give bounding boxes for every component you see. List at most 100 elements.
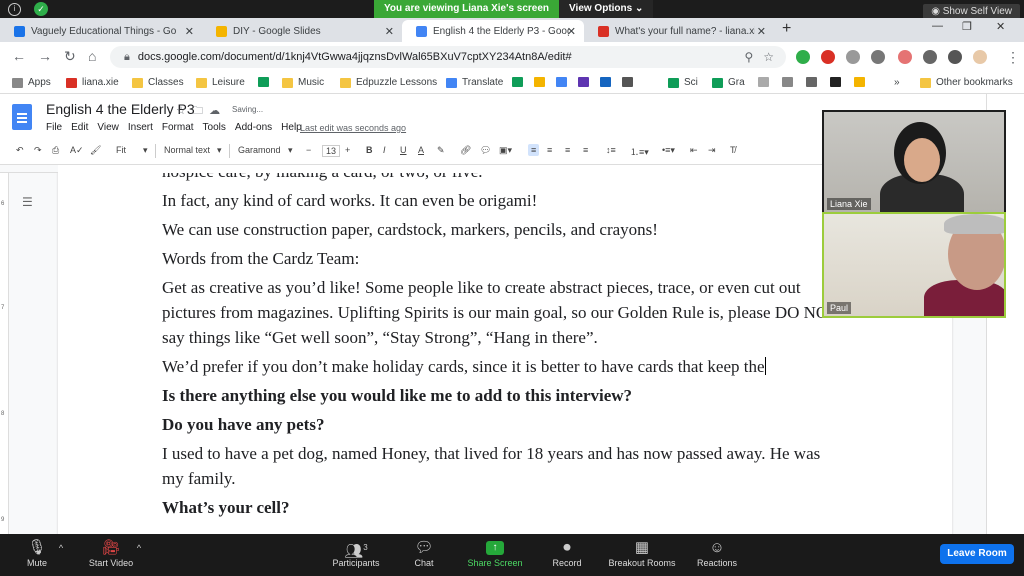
numbered-list-icon[interactable]: ⒈≡▾ [630,145,649,158]
video-options-chevron[interactable]: ^ [134,538,144,558]
comment-icon[interactable]: 💬︎ [480,145,491,156]
paragraph[interactable]: I used to have a pet dog, named Honey, t… [162,441,842,491]
extension-icon[interactable] [796,50,810,64]
document-title[interactable]: English 4 the Elderly P3 [46,101,195,117]
restore-icon[interactable]: ❐ [962,20,972,33]
text-color-icon[interactable]: A [418,145,424,155]
minimize-icon[interactable]: — [932,20,943,32]
start-video-button[interactable]: 🎥︎ Start Video [84,538,138,568]
zoom-select[interactable]: Fit [116,145,126,155]
font-size-input[interactable]: 13 [322,145,341,157]
bookmark-icons-row[interactable] [512,77,638,87]
reactions-button[interactable]: ☺︎ Reactions [694,538,740,568]
paragraph-text[interactable]: We’d prefer if you don’t make holiday ca… [162,357,765,376]
show-self-view-button[interactable]: ◉ Show Self View [923,4,1020,19]
justify-icon[interactable]: ≡ [583,145,588,155]
participants-button[interactable]: 👥︎3 Participants [328,538,384,568]
profile-avatar[interactable] [973,50,987,64]
browser-tab[interactable]: What's your full name? - liana.xi ✕ [584,20,774,42]
menu-tools[interactable]: Tools [203,122,226,133]
star-move-icons[interactable]: ☆ 🗀︎ ☁︎ [176,102,220,121]
bookmark-folder[interactable]: Leisure [196,77,245,88]
docs-logo-icon[interactable] [12,104,32,130]
link-icon[interactable]: 🔗︎ [460,145,471,156]
question-heading[interactable]: What’s your cell? [162,495,842,520]
menu-help[interactable]: Help [281,122,302,133]
close-icon[interactable]: ✕ [185,25,194,38]
home-icon[interactable]: ⌂ [88,48,96,64]
align-left-icon[interactable]: ≡ [528,144,540,156]
highlight-icon[interactable]: ✎ [437,145,445,156]
bookmark-item[interactable]: Translate [446,77,503,88]
bulleted-list-icon[interactable]: •≡▾ [662,145,675,156]
bookmark-folder[interactable]: Music [282,77,324,88]
leave-room-button[interactable]: Leave Room [940,544,1014,564]
info-icon[interactable]: i [8,3,21,16]
record-button[interactable]: ⏺︎ Record [548,538,586,568]
back-icon[interactable]: ← [12,48,26,64]
underline-icon[interactable]: U [400,145,407,155]
bookmark-folder[interactable]: Edpuzzle Lessons [340,77,437,88]
align-right-icon[interactable]: ≡ [565,145,570,155]
view-options-button[interactable]: View Options ⌄ [559,0,654,18]
increase-size-icon[interactable]: + [345,145,350,155]
style-select[interactable]: Normal text [164,145,210,155]
breakout-rooms-button[interactable]: ▦ Breakout Rooms [602,538,682,568]
menu-edit[interactable]: Edit [71,122,88,133]
extension-icon[interactable] [846,50,860,64]
browser-tab[interactable]: Vaguely Educational Things - Go ✕ [0,20,202,42]
browser-tab-active[interactable]: English 4 the Elderly P3 - Google ✕ [402,20,584,42]
share-screen-button[interactable]: ↑ Share Screen [464,538,526,568]
paragraph[interactable]: In fact, any kind of card works. It can … [162,188,842,213]
decrease-size-icon[interactable]: − [306,145,311,155]
document-page[interactable]: hospice care, by making a card, or two, … [58,173,952,534]
mute-tab-icon[interactable] [923,50,937,64]
increase-indent-icon[interactable]: ⇥ [708,145,716,156]
bold-icon[interactable]: B [366,145,373,155]
print-icon[interactable]: ⎙ [52,145,59,156]
bookmark-item[interactable]: liana.xie [66,77,119,88]
italic-icon[interactable]: I [383,145,386,155]
more-bookmarks-button[interactable]: » [894,77,900,88]
address-bar[interactable]: 🔒︎ docs.google.com/document/d/1knj4VtGww… [110,46,786,68]
spellcheck-icon[interactable]: A✓ [70,145,84,156]
extension-icon[interactable] [871,50,885,64]
reload-icon[interactable]: ↻ [64,48,76,65]
paragraph[interactable]: Words from the Cardz Team: [162,246,842,271]
browser-tab[interactable]: DIY - Google Slides ✕ [202,20,402,42]
menu-addons[interactable]: Add-ons [235,122,272,133]
forward-icon[interactable]: → [38,48,52,64]
more-menu-icon[interactable]: ⋮ [1006,49,1020,66]
bookmark-item[interactable]: Gra [712,77,745,88]
audio-options-chevron[interactable]: ^ [56,538,66,558]
video-tile-liana[interactable]: Liana Xie [822,110,1006,214]
bookmark-icons-row[interactable] [758,77,870,87]
redo-icon[interactable]: ↷ [34,145,42,156]
document-body[interactable]: hospice care, by making a card, or two, … [162,173,842,524]
question-heading[interactable]: Do you have any pets? [162,412,842,437]
bookmark-item[interactable] [258,77,274,87]
extension-icon[interactable] [821,50,835,64]
video-tile-paul[interactable]: Paul [822,212,1006,318]
shield-icon[interactable]: ✓ [34,2,48,16]
zoom-and-star-icons[interactable]: ⚲ ☆ [744,50,774,64]
paragraph-with-cursor[interactable]: We’d prefer if you don’t make holiday ca… [162,354,842,379]
bookmark-item[interactable]: Sci [668,77,698,88]
paragraph[interactable]: hospice care, by making a card, or two, … [162,173,842,184]
font-select[interactable]: Garamond [238,145,281,155]
image-icon[interactable]: ▣▾ [499,145,512,156]
close-window-icon[interactable]: ✕ [996,20,1005,33]
close-icon[interactable]: ✕ [757,25,766,38]
paragraph[interactable]: Get as creative as you’d like! Some peop… [162,275,842,350]
menu-view[interactable]: View [97,122,119,133]
chat-button[interactable]: 💬︎ Chat [408,538,440,568]
undo-icon[interactable]: ↶ [16,145,24,156]
other-bookmarks[interactable]: Other bookmarks [920,77,1013,88]
mute-button[interactable]: 🎙︎ Mute [22,538,52,568]
align-center-icon[interactable]: ≡ [547,145,552,155]
question-heading[interactable]: Is there anything else you would like me… [162,383,842,408]
new-tab-icon[interactable]: + [782,20,791,38]
bookmark-apps[interactable]: Apps [12,77,51,88]
menu-insert[interactable]: Insert [128,122,153,133]
close-icon[interactable]: ✕ [567,25,576,38]
